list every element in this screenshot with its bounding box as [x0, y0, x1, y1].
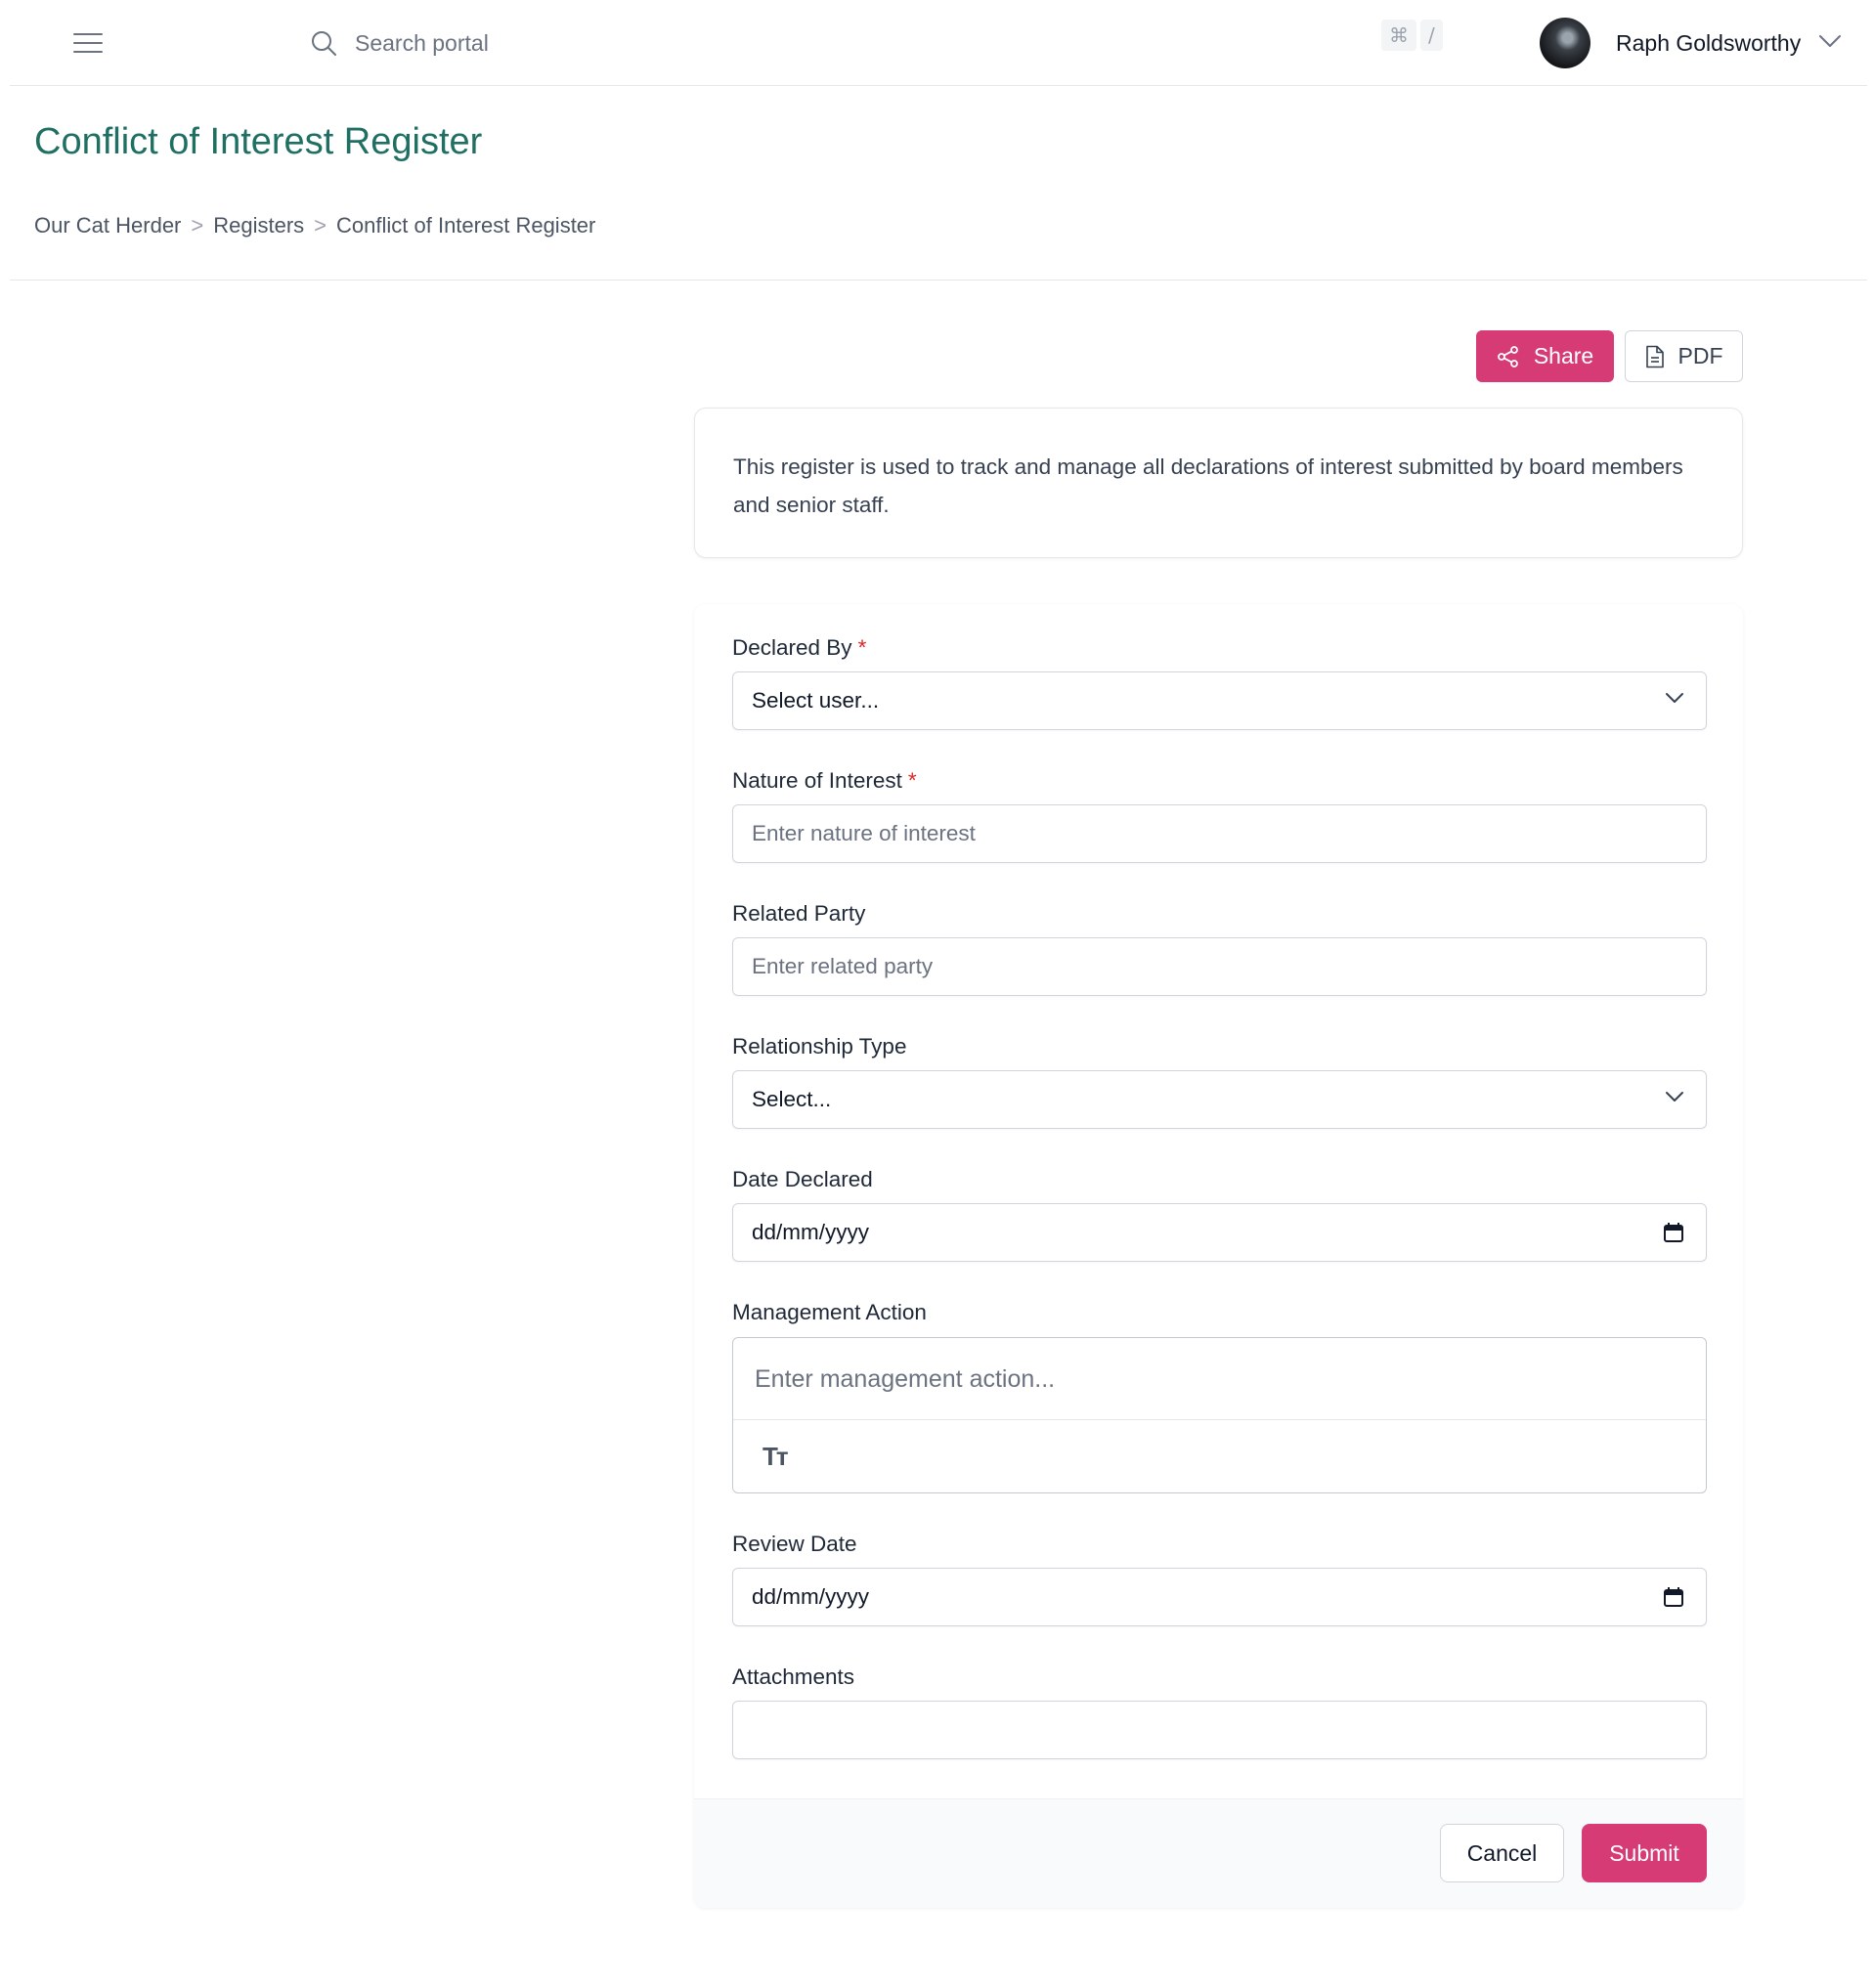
chevron-down-icon [1818, 34, 1842, 53]
page-title: Conflict of Interest Register [34, 121, 483, 162]
search-input[interactable] [353, 28, 861, 58]
share-icon [1497, 345, 1520, 368]
attachments-label: Attachments [732, 1664, 855, 1689]
breadcrumb-separator: > [314, 213, 327, 238]
share-button[interactable]: Share [1476, 330, 1614, 382]
document-icon [1645, 345, 1665, 368]
text-size-icon[interactable]: Tт [762, 1442, 789, 1472]
breadcrumb-item-current: Conflict of Interest Register [336, 213, 596, 238]
shortcut-key-slash: / [1420, 20, 1443, 51]
declared-by-label: Declared By * [732, 635, 866, 661]
management-action-label: Management Action [732, 1300, 927, 1324]
chevron-down-icon [1665, 692, 1684, 704]
hamburger-menu-icon[interactable] [61, 22, 115, 65]
top-bar: ⌘ / Raph Goldsworthy [10, 0, 1867, 86]
required-marker: * [907, 768, 917, 793]
declared-by-label-text: Declared By [732, 635, 852, 660]
calendar-icon[interactable] [1663, 1586, 1684, 1608]
breadcrumb-item-registers[interactable]: Registers [213, 213, 304, 238]
management-action-placeholder: Enter management action... [755, 1365, 1056, 1393]
pdf-button-label: PDF [1677, 343, 1723, 368]
breadcrumb-item-home[interactable]: Our Cat Herder [34, 213, 181, 238]
attachments-input[interactable] [732, 1701, 1707, 1759]
review-date-input[interactable]: dd/mm/yyyy [732, 1568, 1707, 1626]
search-bar [308, 18, 894, 68]
pdf-button[interactable]: PDF [1625, 330, 1743, 382]
shortcut-key-cmd: ⌘ [1381, 20, 1416, 51]
relationship-type-value: Select... [752, 1087, 832, 1111]
nature-of-interest-placeholder: Enter nature of interest [752, 821, 976, 845]
breadcrumb: Our Cat Herder > Registers > Conflict of… [34, 213, 595, 238]
date-declared-value: dd/mm/yyyy [752, 1220, 870, 1244]
chevron-down-icon [1665, 1091, 1684, 1102]
date-declared-label: Date Declared [732, 1167, 873, 1191]
declared-by-select[interactable]: Select user... [732, 671, 1707, 730]
related-party-input[interactable]: Enter related party [732, 937, 1707, 996]
user-menu[interactable]: Raph Goldsworthy [1540, 10, 1842, 76]
submit-button[interactable]: Submit [1582, 1824, 1707, 1882]
nature-of-interest-label-text: Nature of Interest [732, 768, 902, 793]
review-date-value: dd/mm/yyyy [752, 1584, 870, 1609]
related-party-placeholder: Enter related party [752, 954, 934, 978]
breadcrumb-separator: > [191, 213, 204, 238]
nature-of-interest-label: Nature of Interest * [732, 768, 917, 794]
relationship-type-label: Relationship Type [732, 1034, 907, 1059]
cancel-button[interactable]: Cancel [1440, 1824, 1564, 1882]
required-marker: * [857, 635, 867, 660]
editor-toolbar: Tт [733, 1419, 1706, 1493]
date-declared-input[interactable]: dd/mm/yyyy [732, 1203, 1707, 1262]
register-description: This register is used to track and manag… [733, 454, 1683, 517]
nature-of-interest-input[interactable]: Enter nature of interest [732, 804, 1707, 863]
calendar-icon[interactable] [1663, 1222, 1684, 1243]
share-button-label: Share [1533, 343, 1594, 368]
related-party-label: Related Party [732, 901, 866, 926]
header-divider [10, 280, 1867, 281]
management-action-editor[interactable]: Enter management action... Tт [732, 1337, 1707, 1493]
search-icon [308, 27, 339, 59]
description-card: This register is used to track and manag… [694, 408, 1743, 558]
user-name: Raph Goldsworthy [1616, 29, 1802, 56]
declared-by-value: Select user... [752, 688, 880, 713]
review-date-label: Review Date [732, 1532, 857, 1556]
avatar [1540, 18, 1590, 68]
relationship-type-select[interactable]: Select... [732, 1070, 1707, 1129]
